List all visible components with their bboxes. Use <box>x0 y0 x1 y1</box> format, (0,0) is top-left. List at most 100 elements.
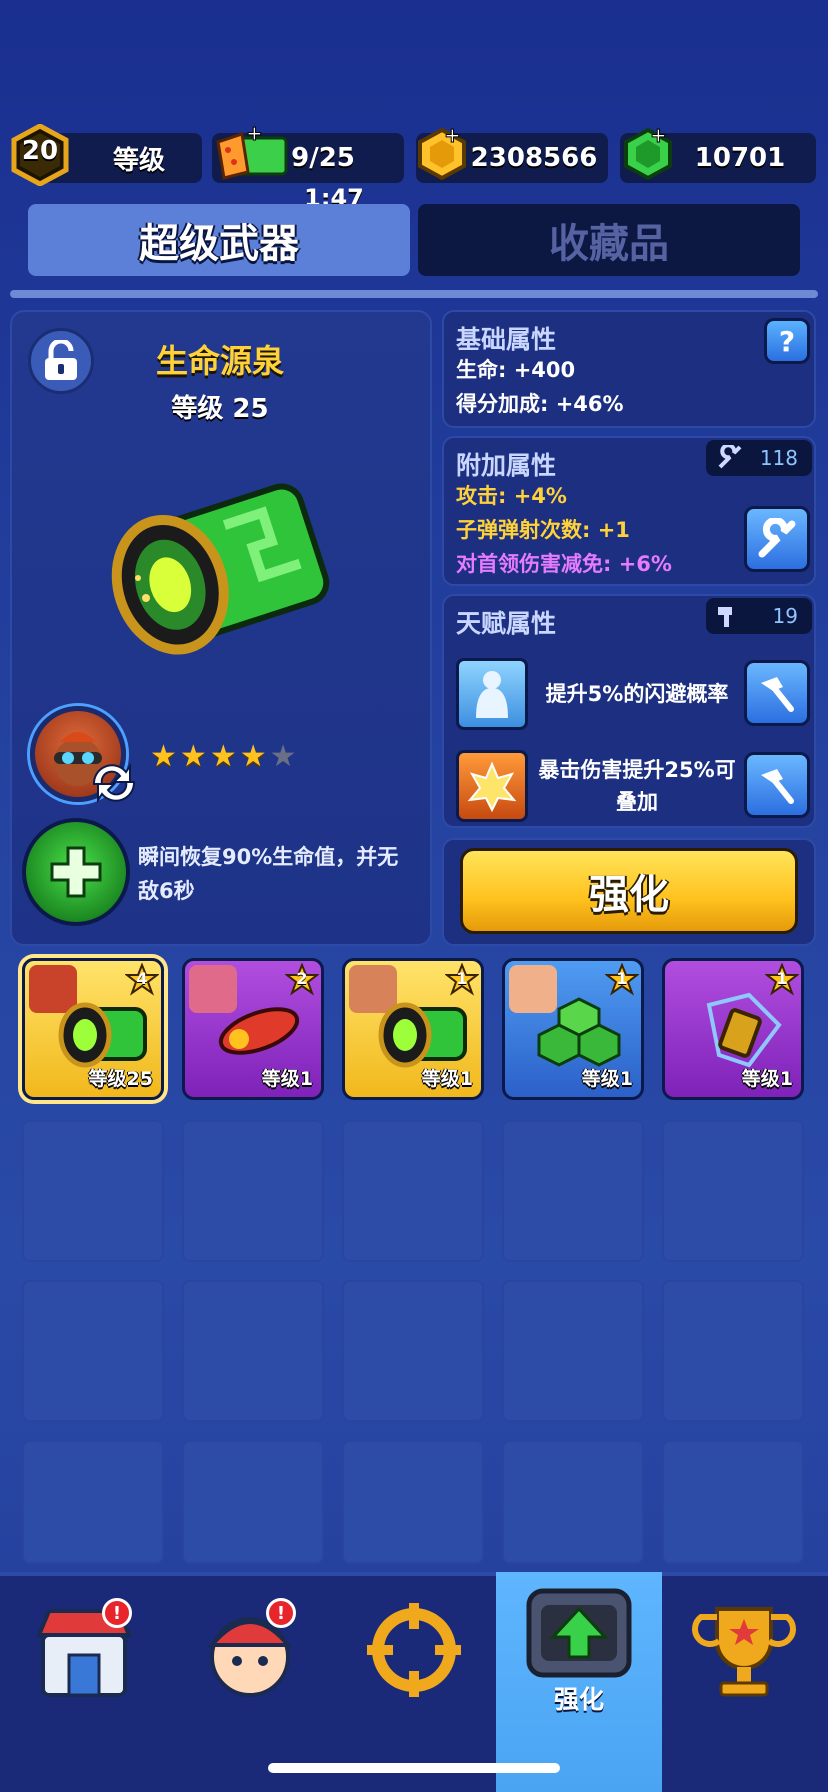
shop-alert-badge: ! <box>102 1598 132 1628</box>
inventory-item[interactable]: 1 等级1 <box>662 958 804 1100</box>
base-attribute-score: 得分加成: +46% <box>456 392 624 416</box>
gems-value: 10701 <box>694 143 786 173</box>
gem-icon[interactable]: + <box>618 124 678 186</box>
wrench-count: 118 <box>759 446 798 470</box>
trophy-icon <box>692 1607 796 1697</box>
tab-collectibles[interactable]: 收藏品 <box>418 204 800 276</box>
hammer-count: 19 <box>772 604 798 628</box>
star-empty-icon: ★ <box>269 739 297 774</box>
weapon-level: 等级 25 <box>171 394 269 424</box>
empty-slot <box>662 1440 804 1564</box>
star-rating: ★ ★ ★ ★ ★ <box>150 742 297 772</box>
empty-slot <box>662 1280 804 1422</box>
empty-slot <box>182 1120 324 1262</box>
reroll-talent-2-button[interactable] <box>744 752 810 818</box>
empty-slot <box>182 1280 324 1422</box>
inventory-item[interactable]: 1 等级1 <box>502 958 644 1100</box>
lock-button[interactable] <box>28 328 94 394</box>
coin-icon[interactable]: + <box>412 124 472 186</box>
svg-text:+: + <box>246 124 263 145</box>
reroll-talent-1-button[interactable] <box>744 660 810 726</box>
home-indicator[interactable] <box>268 1763 560 1773</box>
rocket-icon <box>218 1007 300 1055</box>
empty-slot <box>342 1280 484 1422</box>
hammer-counter: 19 <box>706 598 812 634</box>
swap-icon[interactable] <box>88 760 140 806</box>
star-filled-icon: ★ <box>179 739 207 774</box>
svg-text:+: + <box>444 124 461 147</box>
explosion-icon <box>467 761 517 812</box>
svg-text:+: + <box>650 124 667 147</box>
life-fountain-icon <box>58 1002 147 1068</box>
nav-battle[interactable] <box>354 1590 474 1710</box>
lightning-hammer-icon <box>706 992 782 1068</box>
inventory-item[interactable]: 1 等级1 <box>342 958 484 1100</box>
tab-super-weapon[interactable]: 超级武器 <box>28 204 410 276</box>
talent-crit-text: 暴击伤害提升25%可叠加 <box>538 758 736 814</box>
silhouette-icon <box>476 671 508 718</box>
extra-attribute-boss-reduction: 对首领伤害减免: +6% <box>456 552 672 576</box>
hammer-icon <box>761 769 794 804</box>
life-fountain-icon <box>378 1002 467 1068</box>
item-badge-count: 1 <box>616 969 628 988</box>
nav-upgrade[interactable] <box>519 1576 639 1696</box>
talent-dodge-text: 提升5%的闪避概率 <box>545 682 729 706</box>
cube-cluster-icon <box>537 997 621 1067</box>
inventory-item[interactable]: 2 等级1 <box>182 958 324 1100</box>
wrench-icon <box>718 445 742 469</box>
nav-trophy[interactable] <box>684 1590 804 1710</box>
empty-slot <box>502 1440 644 1564</box>
extra-attributes-title: 附加属性 <box>456 451 557 480</box>
hero-alert-badge: ! <box>266 1598 296 1628</box>
item-badge-count: 1 <box>776 969 788 988</box>
empty-slot <box>22 1440 164 1564</box>
energy-value: 9/25 <box>291 143 355 173</box>
empty-slot <box>22 1120 164 1262</box>
empty-slot <box>502 1120 644 1262</box>
star-filled-icon: ★ <box>150 739 177 774</box>
item-badge-count: 1 <box>456 969 468 988</box>
empty-slot <box>342 1120 484 1262</box>
wrench-icon <box>758 518 796 558</box>
upgrade-button[interactable]: 强化 <box>460 848 798 934</box>
item-level: 等级1 <box>741 1068 793 1090</box>
help-button[interactable]: ? <box>764 318 810 364</box>
item-level: 等级25 <box>88 1068 153 1090</box>
extra-attribute-bounce: 子弹弹射次数: +1 <box>456 518 630 542</box>
item-level: 等级1 <box>581 1068 633 1090</box>
item-badge-count: 4 <box>136 969 148 988</box>
inventory-item[interactable]: 4 等级25 <box>22 958 164 1100</box>
life-fountain-weapon-icon <box>111 483 330 655</box>
level-value: 20 <box>21 136 59 166</box>
crosshair-icon <box>367 1603 461 1697</box>
upgrade-icon <box>526 1588 632 1678</box>
skill-heal-icon[interactable] <box>22 818 130 926</box>
wrench-counter: 118 <box>706 440 812 476</box>
item-level: 等级1 <box>421 1068 473 1090</box>
item-level: 等级1 <box>261 1068 313 1090</box>
energy-ticket-icon[interactable]: + <box>212 124 292 186</box>
base-attribute-hp: 生命: +400 <box>456 358 576 382</box>
empty-slot <box>662 1120 804 1262</box>
nav-upgrade-label: 强化 <box>553 1685 604 1714</box>
empty-slot <box>342 1440 484 1564</box>
star-filled-icon: ★ <box>209 739 237 774</box>
coins-value: 2308566 <box>470 143 598 173</box>
empty-slot <box>22 1280 164 1422</box>
hammer-icon <box>718 607 732 627</box>
reroll-extra-button[interactable] <box>744 506 810 572</box>
weapon-name: 生命源泉 <box>155 342 284 380</box>
item-badge-count: 2 <box>296 969 308 988</box>
level-label: 等级 <box>112 145 165 176</box>
empty-slot <box>502 1280 644 1422</box>
talent-attributes-title: 天赋属性 <box>456 609 557 638</box>
extra-attribute-attack: 攻击: +4% <box>456 484 567 508</box>
base-attributes-title: 基础属性 <box>456 325 557 354</box>
hammer-icon <box>761 677 794 712</box>
skill-description: 瞬间恢复90%生命值，并无敌6秒 <box>138 845 399 903</box>
empty-slot <box>182 1440 324 1564</box>
padlock-open-icon <box>45 340 77 380</box>
plus-cross-icon <box>50 846 102 898</box>
tab-divider <box>10 290 818 298</box>
star-filled-icon: ★ <box>239 739 267 774</box>
